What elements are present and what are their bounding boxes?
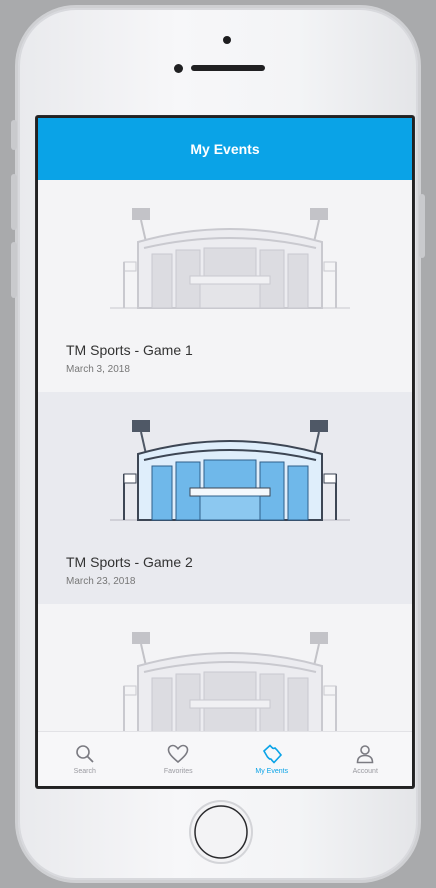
tab-label: My Events <box>255 767 289 775</box>
power-button <box>419 194 425 258</box>
volume-down-button <box>11 242 17 298</box>
mute-switch <box>11 120 17 150</box>
event-title: TM Sports - Game 2 <box>66 554 193 570</box>
event-card[interactable]: TM Sports - Game 2 March 23, 2018 <box>38 392 412 604</box>
event-card[interactable] <box>38 604 412 732</box>
tab-label: Account <box>352 767 378 775</box>
tab-favorites[interactable]: Favorites <box>132 732 226 786</box>
volume-up-button <box>11 174 17 230</box>
event-title: TM Sports - Game 1 <box>66 342 193 358</box>
tab-bar: Search Favorites My Events Account <box>38 731 412 786</box>
event-date: March 3, 2018 <box>66 364 130 375</box>
ticket-icon <box>262 743 282 764</box>
home-button-ring <box>194 805 248 859</box>
event-date: March 23, 2018 <box>66 576 136 587</box>
speaker-grille <box>191 65 265 71</box>
tab-search[interactable]: Search <box>38 732 132 786</box>
phone-screen: My Events TM Sports - Game 1 March 3, 20… <box>36 116 414 788</box>
tab-account[interactable]: Account <box>319 732 413 786</box>
search-icon <box>75 744 94 763</box>
tab-label: Favorites <box>163 767 193 775</box>
stadium-illustration <box>110 420 350 521</box>
front-sensor-icon <box>174 64 183 73</box>
tab-my-events[interactable]: My Events <box>225 732 319 786</box>
page-title: My Events <box>190 141 260 157</box>
person-icon <box>356 744 374 763</box>
home-button[interactable] <box>189 800 253 864</box>
event-card[interactable]: TM Sports - Game 1 March 3, 2018 <box>38 180 412 392</box>
tab-label: Search <box>73 767 96 775</box>
event-list[interactable]: TM Sports - Game 1 March 3, 2018 TM Spor… <box>38 180 412 732</box>
stadium-illustration <box>110 208 350 309</box>
stadium-illustration <box>123 632 337 732</box>
app-header: My Events <box>38 118 412 180</box>
camera-icon <box>223 36 231 44</box>
heart-icon <box>167 744 189 763</box>
